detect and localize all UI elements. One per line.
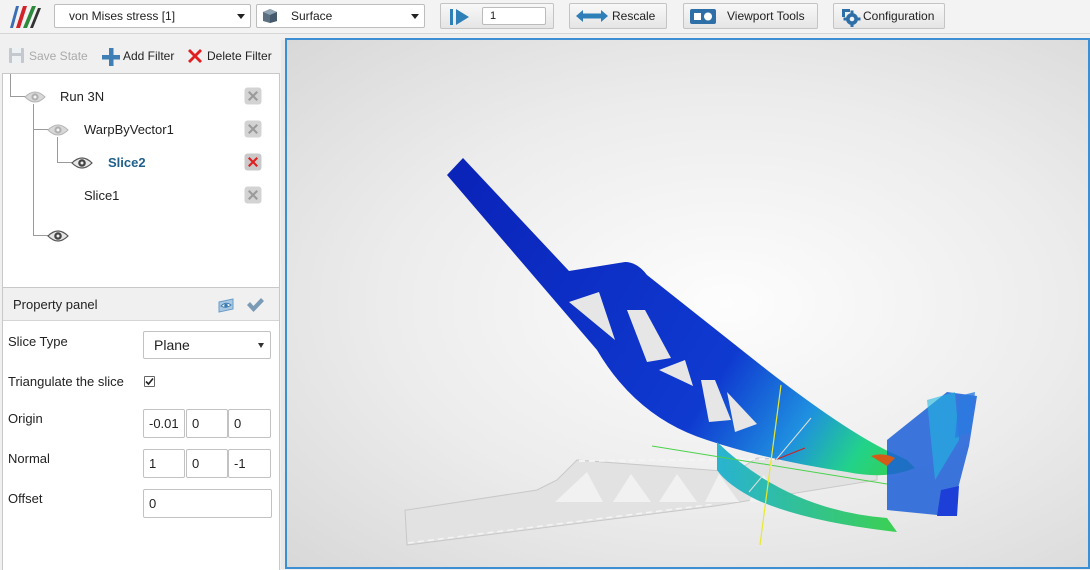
chevron-down-icon: [411, 14, 419, 19]
chevron-down-icon: [237, 14, 245, 19]
delete-filter-button[interactable]: Delete Filter: [186, 47, 272, 65]
gear-icon: [842, 9, 861, 27]
normal-x-input[interactable]: 1: [143, 449, 185, 478]
pipeline-node-warpbyvector1[interactable]: WarpByVector1: [84, 122, 174, 138]
floppy-disk-icon: [9, 48, 24, 63]
paraview-logo: [10, 6, 41, 28]
tree-line: [10, 74, 11, 97]
render-scene: [404, 158, 977, 546]
origin-label: Origin: [8, 411, 43, 426]
horizontal-arrows-icon: [576, 10, 608, 22]
pipeline-node-slice1[interactable]: Slice1: [84, 188, 119, 204]
representation-select-value: Surface: [291, 9, 333, 23]
origin-y-input[interactable]: 0: [186, 409, 228, 438]
rescale-button[interactable]: Rescale: [569, 3, 667, 29]
visibility-eye-icon[interactable]: [47, 123, 69, 137]
visibility-eye-icon[interactable]: [24, 90, 46, 104]
delete-node-icon[interactable]: [244, 153, 262, 171]
add-filter-label: Add Filter: [123, 49, 175, 63]
plus-icon: [102, 48, 120, 66]
triangulate-checkbox[interactable]: [144, 376, 155, 387]
camera-icon: [690, 9, 716, 24]
field-select[interactable]: von Mises stress [1]: [54, 4, 251, 28]
rescale-label: Rescale: [612, 9, 656, 23]
time-controls: 1: [440, 3, 554, 29]
delete-node-icon[interactable]: [244, 186, 262, 204]
visibility-eye-icon[interactable]: [47, 229, 69, 243]
visibility-eye-icon[interactable]: [71, 156, 93, 170]
configuration-button[interactable]: Configuration: [833, 3, 945, 29]
left-panel: Save State Add Filter Delete Filter Run …: [0, 40, 281, 570]
offset-input[interactable]: 0: [143, 489, 272, 518]
origin-z-input[interactable]: 0: [228, 409, 271, 438]
pipeline-node-slice2[interactable]: Slice2: [108, 155, 146, 171]
tree-line: [57, 137, 58, 163]
tree-line: [33, 104, 34, 236]
slice-type-value: Plane: [154, 337, 190, 353]
show-hide-advanced-icon[interactable]: [217, 296, 235, 314]
play-step-icon[interactable]: [449, 8, 471, 26]
normal-label: Normal: [8, 451, 50, 466]
viewport-tools-label: Viewport Tools: [727, 9, 805, 23]
cube-icon: [263, 9, 277, 23]
delete-node-icon[interactable]: [244, 87, 262, 105]
slice-type-select[interactable]: Plane: [143, 331, 271, 359]
render-viewport[interactable]: [285, 38, 1090, 569]
apply-checkmark-icon[interactable]: [246, 296, 264, 314]
normal-y-input[interactable]: 0: [186, 449, 228, 478]
property-panel-title: Property panel: [13, 297, 98, 312]
delete-node-icon[interactable]: [244, 120, 262, 138]
field-select-value: von Mises stress [1]: [69, 9, 176, 23]
main-toolbar: von Mises stress [1] Surface 1 Rescale V…: [0, 0, 1090, 34]
property-panel: Property panel Slice Type Plane Triangul…: [2, 287, 280, 570]
time-step-input[interactable]: 1: [482, 7, 546, 25]
delete-filter-label: Delete Filter: [207, 49, 272, 63]
visibility-eye-icon[interactable]: [24, 129, 46, 143]
chevron-down-icon: [258, 343, 264, 348]
viewport-tools-button[interactable]: Viewport Tools: [683, 3, 818, 29]
pipeline-node-run-3n[interactable]: Run 3N: [60, 89, 104, 105]
add-filter-button[interactable]: Add Filter: [101, 47, 175, 66]
checkmark-icon: [145, 377, 154, 386]
representation-select[interactable]: Surface: [256, 4, 425, 28]
configuration-label: Configuration: [863, 9, 935, 23]
red-x-icon: [188, 49, 202, 63]
offset-label: Offset: [8, 491, 43, 506]
slice-type-label: Slice Type: [8, 334, 68, 349]
triangulate-label: Triangulate the slice: [8, 374, 124, 389]
save-state-button[interactable]: Save State: [8, 47, 88, 65]
pipeline-browser: Run 3N WarpByVector1 Slice2 Slice1: [2, 73, 280, 319]
origin-x-input[interactable]: -0.01: [143, 409, 185, 438]
normal-z-input[interactable]: -1: [228, 449, 271, 478]
property-panel-header: Property panel: [3, 288, 279, 321]
save-state-label: Save State: [29, 49, 88, 63]
pipeline-toolbar: Save State Add Filter Delete Filter: [0, 40, 281, 71]
